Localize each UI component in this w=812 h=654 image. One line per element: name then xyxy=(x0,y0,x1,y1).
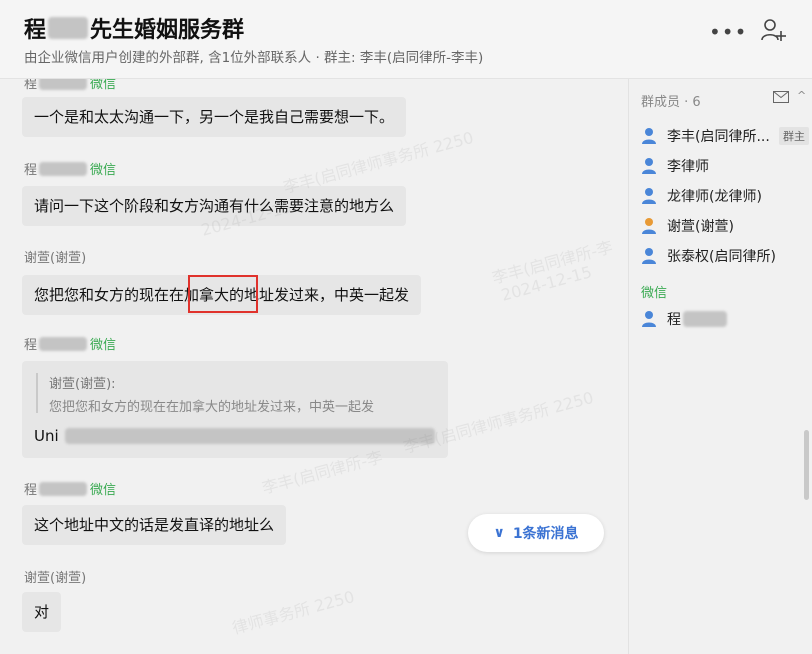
reply-text: Uni xyxy=(34,427,435,445)
quote-text: 您把您和女方的现在在加拿大的地址发过来，中英一起发 xyxy=(49,400,375,415)
member-panel: 群成员 · 6 ^ 李丰(启同律所... 群主 李律师 龙律师(龙律师) 谢萱(… xyxy=(629,79,812,654)
collapse-icon[interactable]: ^ xyxy=(797,89,806,102)
person-orange-icon xyxy=(642,218,656,234)
message-bubble[interactable]: 对 xyxy=(22,592,62,632)
highlight-annotation xyxy=(188,275,258,313)
message-sender: 程 微信 xyxy=(24,79,116,92)
person-blue-icon xyxy=(642,248,656,264)
message-sender: 程 微信 xyxy=(24,481,117,498)
member-item[interactable]: 程 xyxy=(641,309,727,329)
group-title: 程 先生婚姻服务群 xyxy=(24,12,244,44)
message-bubble[interactable]: 一个是和太太沟通一下，另一个是我自己需要想一下。 xyxy=(22,97,407,137)
message-list[interactable]: 程 微信 一个是和太太沟通一下，另一个是我自己需要想一下。 程 微信 请问一下这… xyxy=(0,79,628,654)
group-subtitle: 由企业微信用户创建的外部群, 含1位外部联系人 · 群主: 李丰(启同律所-李丰… xyxy=(24,50,484,66)
member-item[interactable]: 谢萱(谢萱) xyxy=(641,216,734,236)
quote-reply-bubble[interactable]: 谢萱(谢萱): 您把您和女方的现在在加拿大的地址发过来，中英一起发 Uni xyxy=(22,361,448,458)
member-item[interactable]: 张泰权(启同律所) xyxy=(641,246,776,266)
double-chevron-down-icon: ∨ xyxy=(493,525,505,541)
wechat-section-label: 微信 xyxy=(641,286,668,301)
message-sender: 程 微信 xyxy=(24,336,117,353)
chat-header: 程 先生婚姻服务群 由企业微信用户创建的外部群, 含1位外部联系人 · 群主: … xyxy=(0,0,812,79)
quote-bar xyxy=(36,373,38,413)
message-sender: 谢萱(谢萱) xyxy=(24,251,87,266)
watermark: 2024-12-15 xyxy=(499,262,594,305)
person-blue-icon xyxy=(642,311,656,327)
watermark: 律师事务所 2250 xyxy=(230,586,357,638)
new-messages-label: 1条新消息 xyxy=(512,526,579,542)
new-messages-button[interactable]: ∨ 1条新消息 xyxy=(468,514,604,552)
add-member-icon[interactable] xyxy=(760,17,786,43)
watermark: 李丰(启同律所-李 xyxy=(490,237,615,288)
person-blue-icon xyxy=(642,188,656,204)
redacted-name xyxy=(48,17,89,39)
owner-badge: 群主 xyxy=(779,127,809,145)
message-bubble[interactable]: 请问一下这个阶段和女方沟通有什么需要注意的地方么 xyxy=(22,186,407,226)
member-item[interactable]: 李律师 xyxy=(641,156,709,176)
more-options-icon[interactable]: ••• xyxy=(709,20,747,44)
message-sender: 程 微信 xyxy=(24,161,117,178)
member-item[interactable]: 龙律师(龙律师) xyxy=(641,186,762,206)
message-bubble[interactable]: 这个地址中文的话是发直译的地址么 xyxy=(22,505,287,545)
mail-icon[interactable] xyxy=(773,91,789,103)
group-title-suffix: 先生婚姻服务群 xyxy=(90,18,245,43)
message-sender: 谢萱(谢萱) xyxy=(24,571,87,586)
scrollbar[interactable] xyxy=(804,430,809,500)
member-count: 群成员 · 6 xyxy=(641,95,701,110)
group-title-prefix: 程 xyxy=(24,18,47,43)
quote-author: 谢萱(谢萱): xyxy=(49,377,116,392)
member-item[interactable]: 李丰(启同律所... xyxy=(641,126,770,146)
person-blue-icon xyxy=(642,128,656,144)
person-blue-icon xyxy=(642,158,656,174)
